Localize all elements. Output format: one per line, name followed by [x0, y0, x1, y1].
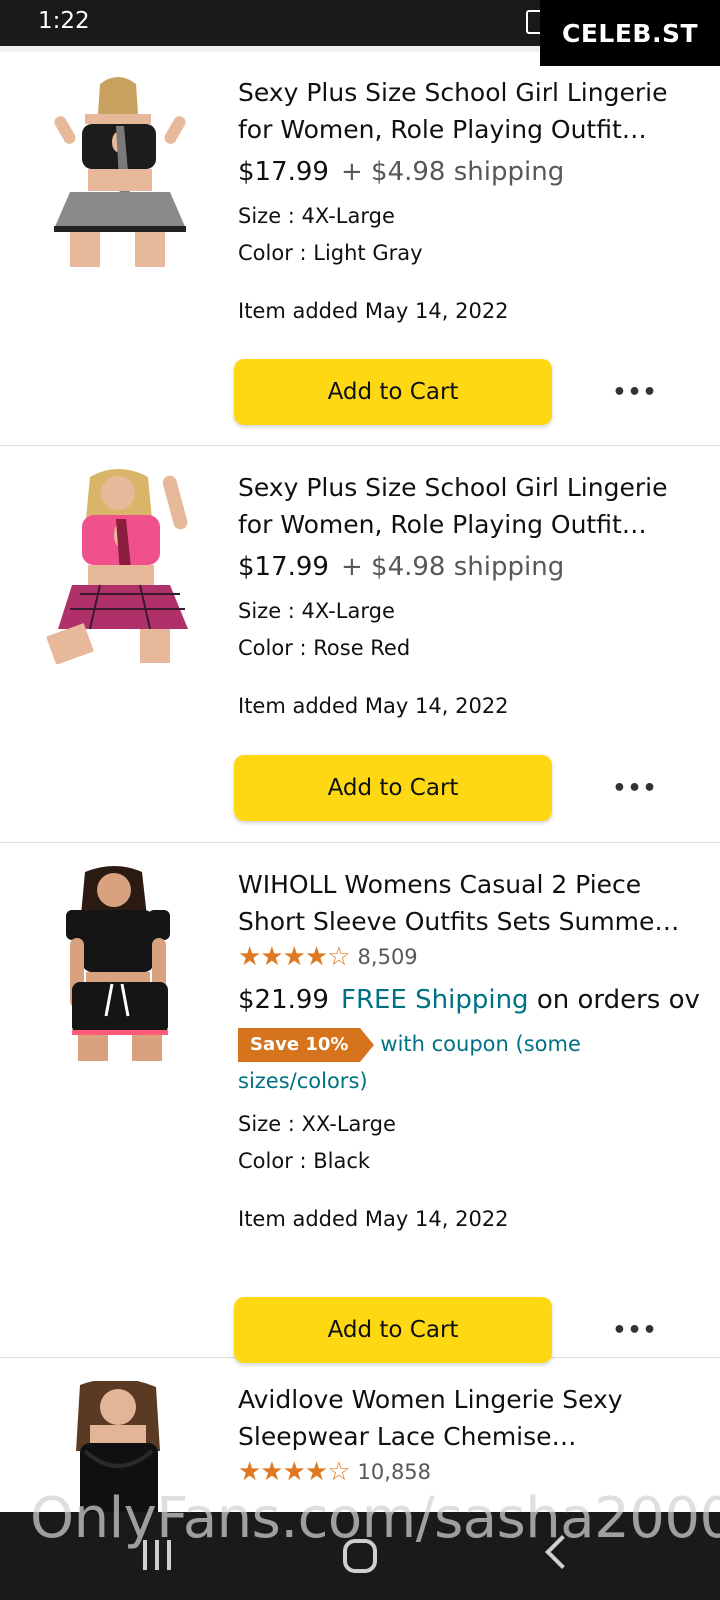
item-details: WIHOLL Womens Casual 2 Piece Short Sleev…	[238, 866, 708, 1234]
rating[interactable]: ★★★★ ☆ 8,509	[238, 942, 708, 972]
product-title[interactable]: Sexy Plus Size School Girl Lingerie for …	[238, 469, 708, 543]
add-to-cart-button[interactable]: Add to Cart	[234, 755, 552, 821]
price-line: $21.99 FREE Shipping on orders ov	[238, 980, 708, 1020]
product-title[interactable]: Avidlove Women Lingerie Sexy Sleepwear L…	[238, 1381, 708, 1455]
color-label: Color : Black	[238, 1149, 371, 1173]
list-item: WIHOLL Womens Casual 2 Piece Short Sleev…	[0, 844, 720, 1363]
product-image[interactable]	[30, 866, 205, 1061]
item-details: Sexy Plus Size School Girl Lingerie for …	[238, 74, 708, 326]
shipping-condition: on orders ov	[536, 985, 700, 1015]
shipping-cost: + $4.98 shipping	[340, 552, 565, 582]
price: $17.99	[238, 157, 329, 187]
product-title[interactable]: WIHOLL Womens Casual 2 Piece Short Sleev…	[238, 866, 708, 940]
coupon-badge: Save 10%	[238, 1028, 375, 1062]
price: $17.99	[238, 552, 329, 582]
more-options-icon[interactable]: •••	[612, 768, 658, 808]
rating-count: 10,858	[357, 1460, 432, 1484]
add-to-cart-button[interactable]: Add to Cart	[234, 1297, 552, 1363]
price: $21.99	[238, 985, 329, 1015]
date-added: Item added May 14, 2022	[238, 299, 509, 323]
list-item: Sexy Plus Size School Girl Lingerie for …	[0, 447, 720, 843]
star-empty-icon: ☆	[327, 942, 350, 972]
size-label: Size : XX-Large	[238, 1112, 396, 1136]
status-time: 1:22	[38, 8, 90, 34]
date-added: Item added May 14, 2022	[238, 694, 509, 718]
price-line: $17.99 + $4.98 shipping	[238, 152, 708, 192]
shipping-cost: + $4.98 shipping	[340, 157, 565, 187]
coupon-row[interactable]: Save 10% with coupon (some sizes/colors)	[238, 1026, 708, 1100]
more-options-icon[interactable]: •••	[612, 372, 658, 412]
rating-count: 8,509	[357, 945, 418, 969]
date-added: Item added May 14, 2022	[238, 1207, 509, 1231]
watermark-bottom: OnlyFans.com/sasha2000	[30, 1486, 720, 1551]
size-label: Size : 4X-Large	[238, 599, 395, 623]
product-title[interactable]: Sexy Plus Size School Girl Lingerie for …	[238, 74, 708, 148]
list-item: Sexy Plus Size School Girl Lingerie for …	[0, 52, 720, 446]
star-rating-icon: ★★★★	[238, 942, 328, 972]
star-empty-icon: ☆	[327, 1457, 350, 1487]
free-shipping-link[interactable]: FREE Shipping	[341, 985, 529, 1015]
add-to-cart-button[interactable]: Add to Cart	[234, 359, 552, 425]
rating[interactable]: ★★★★ ☆ 10,858	[238, 1457, 708, 1487]
price-line: $17.99 + $4.98 shipping	[238, 547, 708, 587]
product-image[interactable]	[30, 469, 205, 664]
product-image[interactable]	[30, 74, 205, 269]
item-details: Avidlove Women Lingerie Sexy Sleepwear L…	[238, 1381, 708, 1487]
size-label: Size : 4X-Large	[238, 204, 395, 228]
color-label: Color : Rose Red	[238, 636, 411, 660]
color-label: Color : Light Gray	[238, 241, 423, 265]
star-rating-icon: ★★★★	[238, 1457, 328, 1487]
more-options-icon[interactable]: •••	[612, 1310, 658, 1350]
item-details: Sexy Plus Size School Girl Lingerie for …	[238, 469, 708, 721]
